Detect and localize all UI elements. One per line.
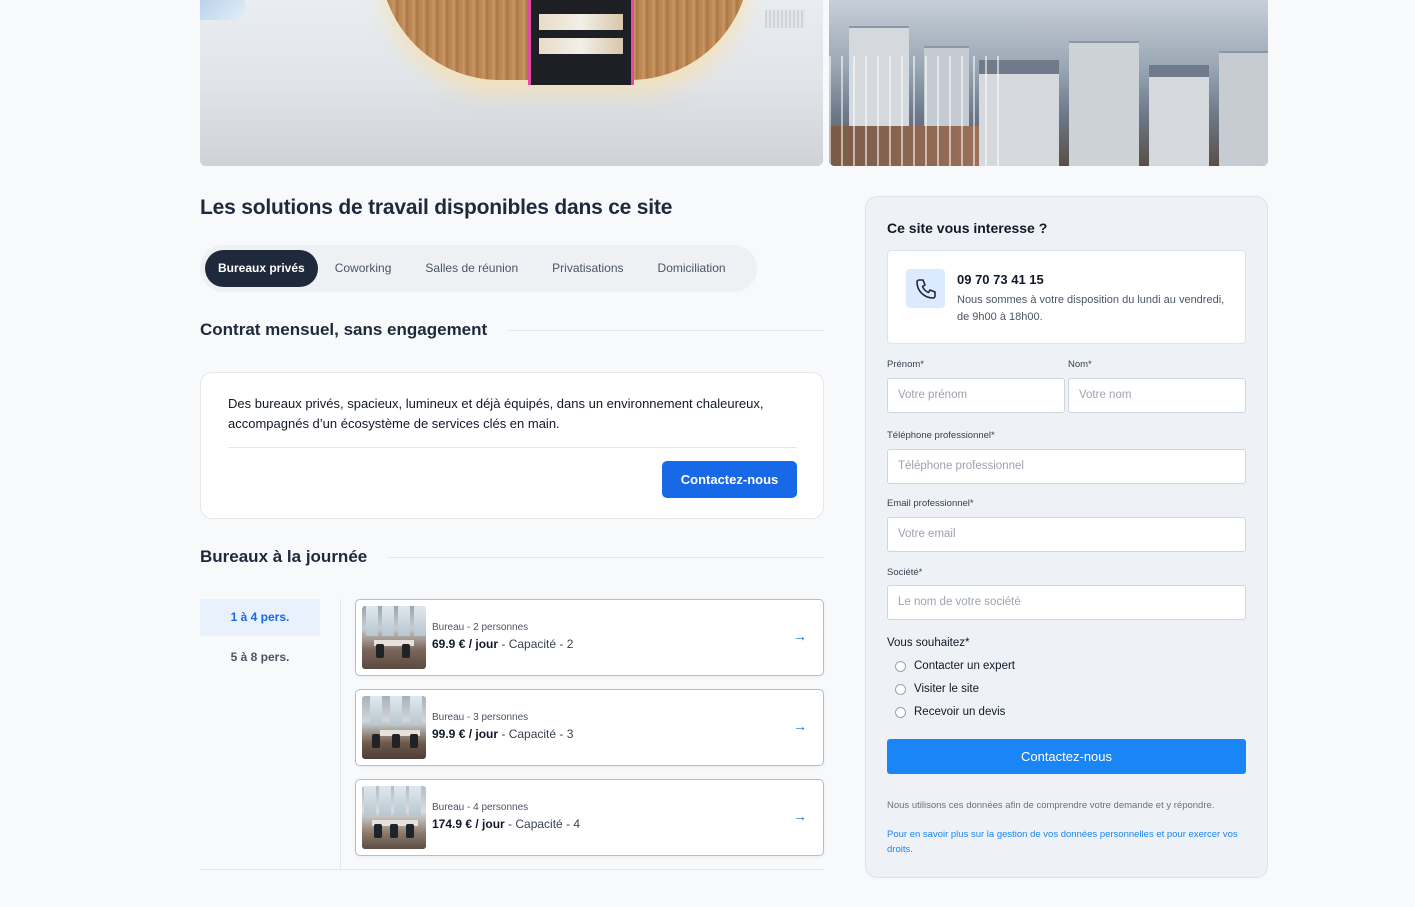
radio-button[interactable]	[895, 660, 906, 672]
divider	[228, 447, 797, 448]
option-label: Visiter le site	[914, 683, 979, 695]
office-price: 174.9 € / jour	[432, 817, 505, 831]
tab-salles-de-reunion[interactable]: Salles de réunion	[408, 250, 535, 287]
city-view-photo	[829, 0, 1268, 166]
company-label: Société*	[887, 567, 923, 578]
journee-heading-row: Bureaux à la journée	[200, 547, 824, 567]
tab-coworking[interactable]: Coworking	[318, 250, 409, 287]
radio-button[interactable]	[895, 683, 906, 695]
privacy-link[interactable]: Pour en savoir plus sur la gestion de vo…	[887, 828, 1242, 857]
radio-button[interactable]	[895, 706, 906, 718]
capacity-filter-1-4[interactable]: 1 à 4 pers.	[200, 599, 320, 636]
contact-form-panel: Ce site vous interesse ? 09 70 73 41 15 …	[865, 196, 1268, 878]
lobby-photo	[200, 0, 823, 166]
phone-icon	[906, 269, 945, 308]
office-card-4[interactable]: Bureau - 4 personnes 174.9 € / jour - Ca…	[355, 779, 824, 856]
phone-availability: Nous sommes à votre disposition du lundi…	[957, 294, 1225, 323]
email-label: Email professionnel*	[887, 498, 974, 509]
contact-button[interactable]: Contactez-nous	[662, 461, 797, 498]
option-quote[interactable]: Recevoir un devis	[895, 706, 1005, 718]
option-label: Contacter un expert	[914, 660, 1016, 672]
office-price: 99.9 € / jour	[432, 727, 499, 741]
contract-card: Des bureaux privés, spacieux, lumineux e…	[200, 372, 824, 519]
solution-tabs: Bureaux privés Coworking Salles de réuni…	[200, 245, 757, 292]
lastname-input[interactable]: Votre nom	[1068, 378, 1246, 413]
company-input[interactable]: Le nom de votre société	[887, 585, 1246, 620]
office-price-row: 69.9 € / jour - Capacité - 2	[432, 637, 573, 651]
privacy-notice: Nous utilisons ces données afin de compr…	[887, 800, 1215, 811]
phone-card: 09 70 73 41 15 Nous sommes à votre dispo…	[887, 250, 1246, 344]
office-photo	[362, 786, 426, 849]
divider	[507, 329, 824, 331]
firstname-label: Prénom*	[887, 359, 924, 370]
option-contact-expert[interactable]: Contacter un expert	[895, 660, 1015, 672]
capacity-filter: 1 à 4 pers. 5 à 8 pers.	[200, 599, 320, 679]
journee-heading: Bureaux à la journée	[200, 547, 368, 566]
phone-number[interactable]: 09 70 73 41 15	[957, 272, 1044, 287]
tab-domiciliation[interactable]: Domiciliation	[641, 250, 743, 287]
lastname-label: Nom*	[1068, 359, 1092, 370]
office-label: Bureau - 3 personnes	[432, 712, 529, 723]
contract-heading-row: Contrat mensuel, sans engagement	[200, 320, 824, 340]
contract-heading: Contrat mensuel, sans engagement	[200, 320, 488, 339]
office-card-2[interactable]: Bureau - 2 personnes 69.9 € / jour - Cap…	[355, 599, 824, 676]
contract-description: Des bureaux privés, spacieux, lumineux e…	[228, 396, 764, 431]
tab-privatisations[interactable]: Privatisations	[535, 250, 640, 287]
arrow-right-icon[interactable]: →	[793, 628, 807, 644]
submit-button[interactable]: Contactez-nous	[887, 739, 1246, 774]
option-label: Recevoir un devis	[914, 706, 1006, 718]
option-visit-site[interactable]: Visiter le site	[895, 683, 979, 695]
office-capacity: - Capacité - 3	[498, 727, 574, 741]
email-input[interactable]: Votre email	[887, 517, 1246, 552]
office-label: Bureau - 2 personnes	[432, 622, 529, 633]
divider	[340, 599, 341, 869]
capacity-filter-5-8[interactable]: 5 à 8 pers.	[200, 639, 320, 676]
phone-input[interactable]: Téléphone professionnel	[887, 449, 1246, 484]
section-title: Les solutions de travail disponibles dan…	[200, 196, 673, 219]
form-title: Ce site vous interesse ?	[887, 220, 1048, 236]
arrow-right-icon[interactable]: →	[793, 718, 807, 734]
arrow-right-icon[interactable]: →	[793, 808, 807, 824]
tab-bureaux-prives[interactable]: Bureaux privés	[205, 250, 318, 287]
office-label: Bureau - 4 personnes	[432, 802, 529, 813]
office-card-3[interactable]: Bureau - 3 personnes 99.9 € / jour - Cap…	[355, 689, 824, 766]
divider	[200, 869, 824, 870]
office-photo	[362, 696, 426, 759]
office-capacity: - Capacité - 4	[504, 817, 581, 831]
phone-label: Téléphone professionnel*	[887, 430, 995, 441]
firstname-input[interactable]: Votre prénom	[887, 378, 1065, 413]
office-price: 69.9 € / jour	[432, 637, 499, 651]
divider	[387, 556, 824, 558]
office-price-row: 174.9 € / jour - Capacité - 4	[432, 817, 580, 831]
wish-label: Vous souhaitez*	[887, 637, 970, 649]
office-price-row: 99.9 € / jour - Capacité - 3	[432, 727, 573, 741]
office-photo	[362, 606, 426, 669]
page: Les solutions de travail disponibles dan…	[0, 0, 1415, 907]
office-capacity: - Capacité - 2	[498, 637, 574, 651]
